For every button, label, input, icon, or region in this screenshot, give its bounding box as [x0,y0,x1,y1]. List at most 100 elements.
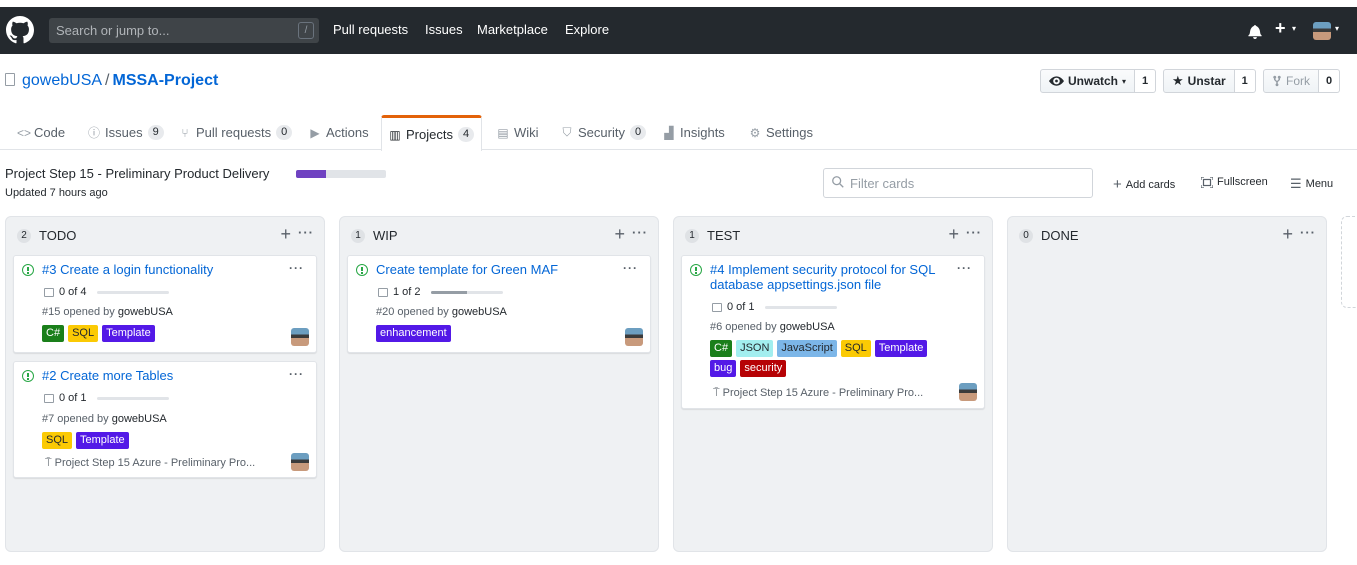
label-sql[interactable]: SQL [840,340,871,357]
card-author-link[interactable]: gowebUSA [780,321,835,333]
card-milestone-text[interactable]: Project Step 15 Azure - Preliminary Pro.… [55,457,256,469]
open-issue-icon [22,264,34,276]
graph-icon: ▟ [664,125,674,140]
tab-actions[interactable]: ▶ Actions [302,115,376,150]
nav-pull-requests[interactable]: Pull requests [333,22,408,37]
search-input[interactable]: Search or jump to... / [49,18,319,43]
project-updated-text: Updated 7 hours ago [5,187,108,199]
column-menu-dots-icon[interactable]: ··· [1300,225,1316,240]
card-tasks-text: 1 of 2 [393,286,421,298]
project-progress-fill [296,170,326,178]
assignee-avatar[interactable] [959,383,977,401]
tab-pull-requests[interactable]: ⑂ Pull requests 0 [172,115,299,150]
card[interactable]: #2 Create more Tables ··· 0 of 1 #7 open… [13,361,317,478]
card-title-link[interactable]: #2 Create more Tables [42,368,282,383]
card-author-link[interactable]: gowebUSA [452,306,507,318]
label-enhancement[interactable]: enhancement [376,325,451,342]
card[interactable]: #4 Implement security protocol for SQL d… [681,255,985,409]
card-menu-dots-icon[interactable]: ··· [623,261,638,275]
label-csharp[interactable]: C# [710,340,733,357]
card-meta-prefix: #20 opened by [376,306,449,318]
card-meta: #20 opened by gowebUSA [376,306,507,318]
watch-count[interactable]: 1 [1135,69,1157,93]
plus-icon: + [1113,176,1122,193]
avatar-dropdown-caret-icon[interactable]: ▾ [1335,24,1339,33]
card[interactable]: #3 Create a login functionality ··· 0 of… [13,255,317,353]
label-bug[interactable]: bug [710,360,737,377]
eye-icon [1049,76,1064,86]
card-menu-dots-icon[interactable]: ··· [289,367,304,381]
card-title-link[interactable]: #4 Implement security protocol for SQL d… [710,262,940,292]
repo-name-link[interactable]: MSSA-Project [113,72,219,89]
pull-requests-counter: 0 [276,125,293,140]
card-tasks: 0 of 1 [712,301,837,313]
card-author-link[interactable]: gowebUSA [118,306,173,318]
column-menu-dots-icon[interactable]: ··· [298,225,314,240]
assignee-avatar[interactable] [291,328,309,346]
label-sql[interactable]: SQL [68,325,99,342]
card-milestone-text[interactable]: Project Step 15 Azure - Preliminary Pro.… [723,387,924,399]
nav-explore[interactable]: Explore [565,22,609,37]
repo-owner-link[interactable]: gowebUSA [22,72,102,89]
assignee-avatar[interactable] [291,453,309,471]
label-csharp[interactable]: C# [42,325,65,342]
tab-security[interactable]: ⛉ Security 0 [554,115,653,150]
label-template[interactable]: Template [874,340,928,357]
assignee-avatar[interactable] [625,328,643,346]
column-menu-dots-icon[interactable]: ··· [966,225,982,240]
plus-dropdown-caret-icon[interactable]: ▾ [1292,24,1296,33]
label-json[interactable]: JSON [736,340,774,357]
label-security[interactable]: security [740,360,787,377]
tab-wiki[interactable]: ▤ Wiki [490,115,546,150]
add-card-plus-icon[interactable]: + [948,224,959,245]
nav-issues[interactable]: Issues [425,22,463,37]
unwatch-button[interactable]: Unwatch ▾ [1040,69,1136,93]
label-javascript[interactable]: JavaScript [777,340,837,357]
card-title-link[interactable]: Create template for Green MAF [376,262,616,277]
add-card-plus-icon[interactable]: + [1282,224,1293,245]
label-template[interactable]: Template [76,432,129,449]
column-card-count: 0 [1019,228,1033,243]
card-author-link[interactable]: gowebUSA [112,413,167,425]
add-card-plus-icon[interactable]: + [280,224,291,245]
card-meta: #15 opened by gowebUSA [42,306,173,318]
task-progress-fill [430,290,467,294]
tab-settings[interactable]: ⚙ Settings [742,115,820,150]
plus-icon[interactable]: + [1275,18,1286,39]
card-menu-dots-icon[interactable]: ··· [289,261,304,275]
global-header: Search or jump to... / Pull requests Iss… [0,7,1357,54]
tab-insights[interactable]: ▟ Insights [656,115,732,150]
column-menu-dots-icon[interactable]: ··· [632,225,648,240]
projects-counter: 4 [457,127,475,142]
filter-cards-input[interactable]: Filter cards [823,168,1093,198]
tab-code[interactable]: <> Code [10,115,72,150]
card-menu-dots-icon[interactable]: ··· [957,261,972,275]
card-tasks: 0 of 1 [44,392,169,404]
column-title: WIP [373,228,398,243]
bell-icon[interactable] [1248,24,1262,39]
add-cards-button[interactable]: + Add cards [1113,176,1175,193]
tab-pull-requests-label: Pull requests [196,125,272,140]
task-progress-bar [96,396,169,400]
label-template[interactable]: Template [102,325,155,342]
column-title: TODO [39,228,77,243]
project-title[interactable]: Project Step 15 - Preliminary Product De… [5,166,269,181]
card-title-link[interactable]: #3 Create a login functionality [42,262,282,277]
task-progress-bar [764,305,837,309]
fork-button[interactable]: Fork [1263,69,1319,93]
nav-marketplace[interactable]: Marketplace [477,22,548,37]
unstar-button[interactable]: ★ Unstar [1163,69,1235,93]
user-avatar[interactable] [1313,22,1331,40]
add-column-placeholder[interactable] [1341,216,1357,308]
menu-button[interactable]: ☰ Menu [1290,176,1333,192]
add-card-plus-icon[interactable]: + [614,224,625,245]
label-sql[interactable]: SQL [42,432,73,449]
tab-issues[interactable]: ⓘ Issues 9 [81,115,171,150]
star-count[interactable]: 1 [1234,69,1256,93]
fullscreen-button[interactable]: Fullscreen [1201,176,1268,188]
tab-wiki-label: Wiki [514,125,539,140]
fork-count[interactable]: 0 [1319,69,1341,93]
github-logo-icon[interactable] [6,16,34,44]
card[interactable]: Create template for Green MAF ··· 1 of 2… [347,255,651,353]
tab-projects[interactable]: ▥ Projects 4 [381,115,483,151]
